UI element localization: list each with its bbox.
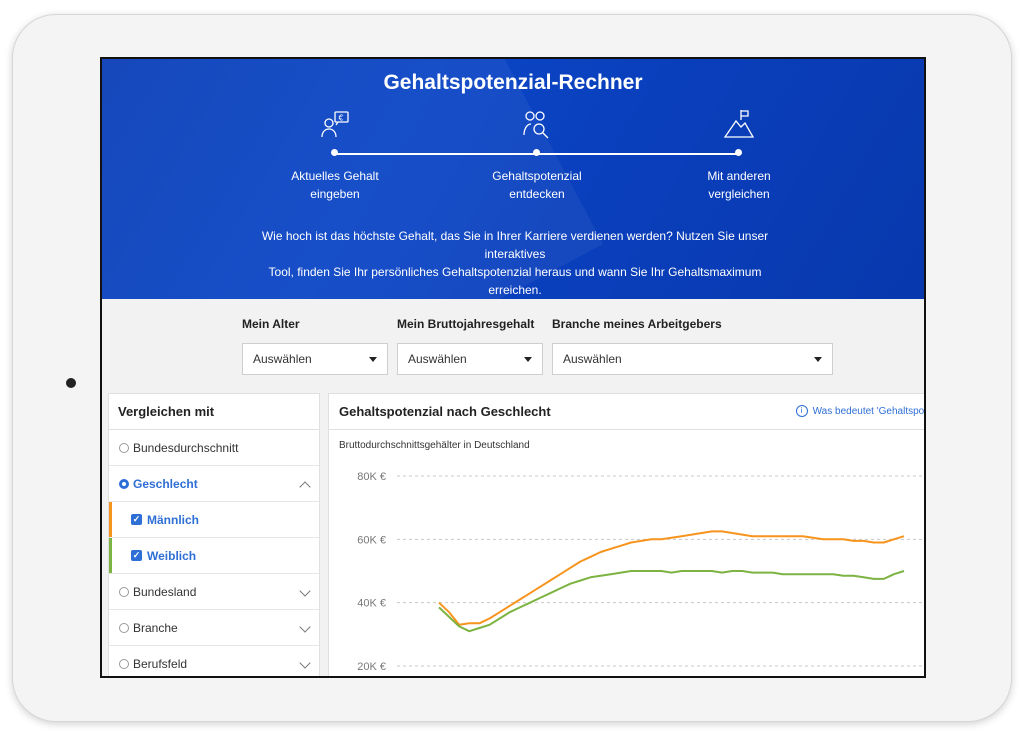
caret-down-icon [369, 356, 377, 362]
sidebar-item-national-average[interactable]: Bundesdurchschnitt [109, 430, 319, 466]
checkbox-checked-icon[interactable]: ✓ [131, 550, 142, 561]
series-line-female [438, 570, 905, 633]
filter-label: Branche meines Arbeitgebers [552, 317, 722, 331]
step-label: vergleichen [708, 187, 770, 201]
step-label: Mit anderen [707, 169, 771, 183]
sidebar-item-profession[interactable]: Berufsfeld [109, 646, 319, 676]
chevron-down-icon [299, 585, 311, 597]
sidebar-item-label: Männlich [147, 512, 200, 527]
info-link-label: Was bedeutet 'Gehaltspot [812, 405, 926, 417]
step-dot [533, 149, 540, 156]
radio-icon [119, 586, 129, 597]
sidebar-item-state[interactable]: Bundesland [109, 574, 319, 610]
age-filter: Mein Alter Auswählen [242, 317, 388, 375]
series-color-bar [109, 502, 112, 537]
industry-filter: Branche meines Arbeitgebers Auswählen [552, 317, 833, 375]
camera [66, 378, 76, 388]
y-tick-label: 80K € [357, 471, 386, 483]
step-label: entdecken [509, 187, 565, 201]
step-label: Aktuelles Gehalt [291, 169, 379, 183]
step-discover-potential: Gehaltspotenzial entdecken [457, 107, 617, 201]
industry-select[interactable]: Auswählen [552, 343, 833, 375]
sidebar-title: Vergleichen mit [109, 394, 319, 430]
hero-description: Wie hoch ist das höchste Gehalt, das Sie… [242, 227, 788, 299]
radio-selected-icon [119, 478, 129, 489]
select-value: Auswählen [408, 352, 467, 366]
series-color-bar [109, 538, 112, 573]
y-tick-label: 60K € [357, 534, 386, 546]
filter-bar: Mein Alter Auswählen Mein Bruttojahresge… [102, 317, 924, 377]
step-compare: Mit anderen vergleichen [659, 107, 819, 201]
people-search-icon [523, 111, 549, 139]
step-dot [735, 149, 742, 156]
sidebar-item-industry[interactable]: Branche [109, 610, 319, 646]
sidebar-item-label: Bundesland [133, 584, 197, 599]
person-euro-icon: € [321, 111, 349, 138]
step-dot [331, 149, 338, 156]
filter-label: Mein Bruttojahresgehalt [397, 317, 535, 331]
chart-panel: Gehaltspotenzial nach Geschlecht i Was b… [328, 393, 926, 676]
sidebar-item-gender[interactable]: Geschlecht [109, 466, 319, 502]
y-tick-label: 20K € [357, 661, 386, 673]
sidebar-item-label: Berufsfeld [133, 656, 188, 671]
hero-description-line: Tool, finden Sie Ihr persönliches Gehalt… [268, 265, 762, 297]
panel-header: Gehaltspotenzial nach Geschlecht i Was b… [329, 394, 926, 430]
sidebar-item-label: Branche [133, 620, 178, 635]
chevron-up-icon [299, 481, 311, 493]
step-enter-salary: € Aktuelles Gehalt eingeben [255, 107, 415, 201]
age-select[interactable]: Auswählen [242, 343, 388, 375]
hero-description-line: Wie hoch ist das höchste Gehalt, das Sie… [261, 229, 769, 261]
page-title: Gehaltspotenzial-Rechner [383, 71, 643, 94]
select-value: Auswählen [253, 352, 312, 366]
sidebar-subitem-male[interactable]: ✓ Männlich [109, 502, 319, 538]
select-value: Auswählen [563, 352, 622, 366]
salary-select[interactable]: Auswählen [397, 343, 543, 375]
panel-title: Gehaltspotenzial nach Geschlecht [339, 404, 551, 419]
radio-icon [119, 442, 129, 453]
compare-sidebar: Vergleichen mit Bundesdurchschnitt Gesch… [108, 393, 320, 676]
sidebar-item-label: Geschlecht [133, 476, 198, 491]
chevron-down-icon [299, 621, 311, 633]
info-link[interactable]: i Was bedeutet 'Gehaltspot [795, 405, 926, 417]
app-screen: Gehaltspotenzial-Rechner € Aktuelles Geh… [100, 57, 926, 678]
svg-text:€: € [339, 114, 344, 123]
salary-chart: 80K € 60K € 40K € 20K € [357, 471, 924, 673]
step-label: Gehaltspotenzial [492, 169, 582, 183]
y-tick-label: 40K € [357, 598, 386, 610]
series-line-male [438, 530, 905, 626]
salary-filter: Mein Bruttojahresgehalt Auswählen [397, 317, 543, 375]
step-label: eingeben [310, 187, 360, 201]
chevron-down-icon [299, 657, 311, 669]
sidebar-subitem-female[interactable]: ✓ Weiblich [109, 538, 319, 574]
sidebar-item-label: Weiblich [147, 548, 197, 563]
sidebar-item-label: Bundesdurchschnitt [133, 440, 239, 455]
caret-down-icon [524, 356, 532, 362]
mountain-flag-icon [723, 110, 755, 138]
hero-banner: Gehaltspotenzial-Rechner € Aktuelles Geh… [102, 59, 924, 299]
filter-label: Mein Alter [242, 317, 300, 331]
caret-down-icon [814, 356, 822, 362]
radio-icon [119, 622, 129, 633]
checkbox-checked-icon[interactable]: ✓ [131, 514, 142, 525]
info-icon: i [795, 405, 808, 417]
radio-icon [119, 658, 129, 669]
